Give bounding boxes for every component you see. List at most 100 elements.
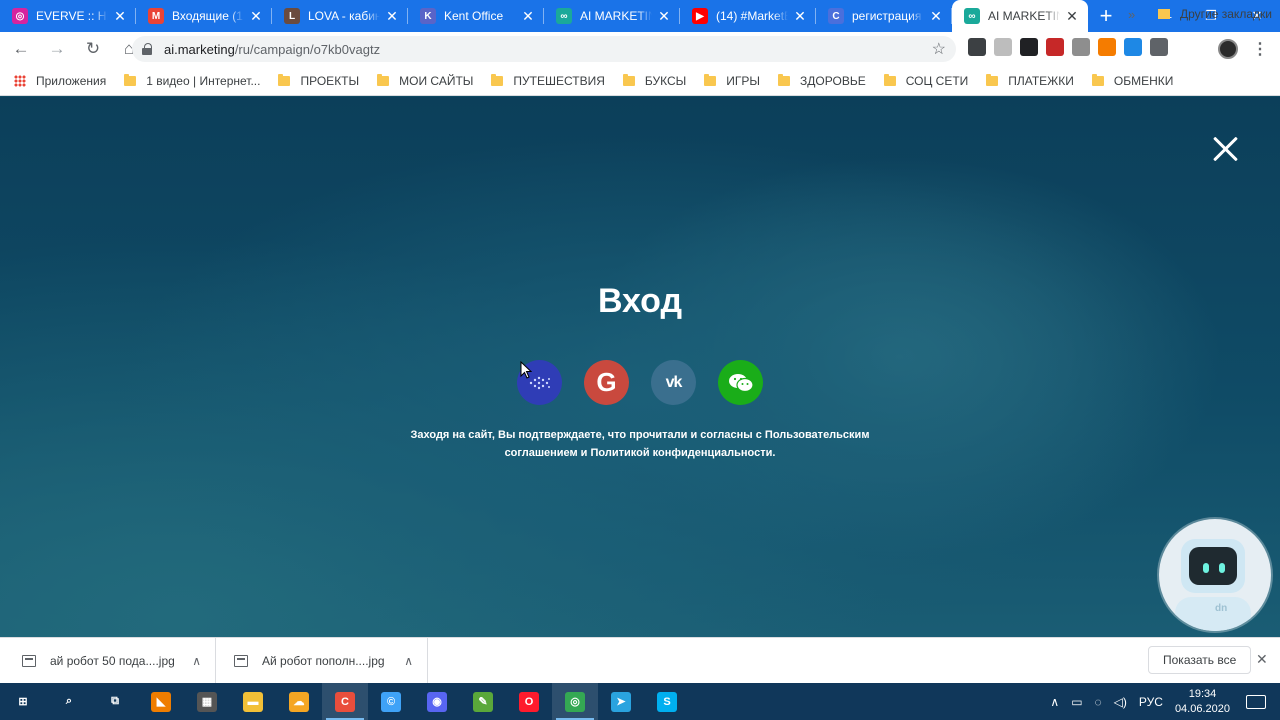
tab-active[interactable]: ∞ AI MARKETING ✕ bbox=[952, 0, 1088, 32]
reload-button[interactable]: ↻ bbox=[78, 34, 108, 64]
browser-tab[interactable]: L LOVA - кабине ✕ bbox=[272, 0, 408, 32]
bookmark-other[interactable]: Другие закладки bbox=[1158, 7, 1272, 21]
robot-eye-left bbox=[1203, 563, 1209, 573]
chrome-taskbar-button[interactable]: ◎ bbox=[552, 683, 598, 720]
wechat-login-button[interactable] bbox=[718, 360, 763, 405]
ext-4-icon[interactable] bbox=[1046, 38, 1064, 56]
skype-taskbar-button[interactable]: S bbox=[644, 683, 690, 720]
notifications-icon[interactable] bbox=[1246, 694, 1266, 709]
wifi-icon[interactable]: ◌ bbox=[1095, 695, 1102, 709]
clock[interactable]: 19:34 04.06.2020 bbox=[1175, 687, 1230, 717]
tab-title: регистрация bbox=[852, 9, 922, 23]
google-login-icon: G bbox=[596, 367, 617, 397]
bookmark-folder[interactable]: ИГРЫ bbox=[704, 73, 760, 88]
calculator-taskbar-button[interactable]: ▦ bbox=[184, 683, 230, 720]
bookmark-folder[interactable]: СОЦ СЕТИ bbox=[883, 73, 968, 88]
close-tab-icon[interactable]: ✕ bbox=[112, 8, 128, 24]
browser-tab[interactable]: ◎ EVERVE :: НЕ З ✕ bbox=[0, 0, 136, 32]
skype-icon: S bbox=[657, 691, 677, 712]
show-all-downloads-button[interactable]: Показать все bbox=[1148, 646, 1252, 674]
download-item[interactable]: Ай робот пополн....jpg ∧ bbox=[216, 638, 428, 684]
file-explorer-taskbar-button[interactable]: ▬ bbox=[230, 683, 276, 720]
close-tab-icon[interactable]: ✕ bbox=[520, 8, 536, 24]
task-view-icon: ⧉ bbox=[105, 691, 125, 712]
close-tab-icon[interactable]: ✕ bbox=[928, 8, 944, 24]
taskbar-apps: ⊞ ⌕ ⧉ ◣ ▦ ▬ ☁ C © ◉ ✎ O ◎ ➤ S bbox=[0, 683, 690, 720]
bookmark-folder[interactable]: ОБМЕНКИ bbox=[1091, 73, 1173, 88]
chevron-up-icon[interactable]: ∧ bbox=[404, 654, 413, 668]
camtasia-icon: C bbox=[335, 691, 355, 712]
download-shelf: ай робот 50 пода....jpg ∧ Ай робот попол… bbox=[0, 637, 1280, 684]
back-button[interactable]: ← bbox=[6, 34, 36, 64]
c-app-taskbar-button[interactable]: © bbox=[368, 683, 414, 720]
bookmark-apps[interactable]: Приложения bbox=[14, 74, 106, 88]
browser-tab[interactable]: ▶ (14) #MarketB ✕ bbox=[680, 0, 816, 32]
close-tab-icon[interactable]: ✕ bbox=[656, 8, 672, 24]
bookmark-folder[interactable]: ПУТЕШЕСТВИЯ bbox=[491, 73, 605, 88]
forward-button[interactable]: → bbox=[42, 34, 72, 64]
c-icon: C bbox=[828, 8, 844, 24]
browser-tab[interactable]: Cрегистрация ✕ bbox=[816, 0, 952, 32]
notepad-taskbar-button[interactable]: ✎ bbox=[460, 683, 506, 720]
bookmark-folder[interactable]: 1 видео | Интернет... bbox=[124, 73, 260, 88]
close-tab-icon[interactable]: ✕ bbox=[248, 8, 264, 24]
close-icon[interactable] bbox=[1212, 135, 1240, 163]
instagram-icon: ◎ bbox=[12, 8, 28, 24]
telegram-taskbar-button[interactable]: ➤ bbox=[598, 683, 644, 720]
bookmarks-more-icon[interactable]: » bbox=[1128, 7, 1135, 22]
bookmark-star-icon[interactable]: ☆ bbox=[932, 39, 946, 59]
address-bar[interactable]: ai.marketing/ru/campaign/o7kb0vagtz ☆ bbox=[132, 36, 956, 62]
vlc-icon: ◣ bbox=[151, 691, 171, 712]
ext-7-icon[interactable] bbox=[1124, 38, 1142, 56]
tray-chevron-icon[interactable]: ∧ bbox=[1050, 695, 1059, 709]
start-icon: ⊞ bbox=[13, 691, 33, 712]
browser-tab[interactable]: K Kent Office ✕ bbox=[408, 0, 544, 32]
network-icon[interactable]: ▭ bbox=[1071, 695, 1082, 709]
ext-3-icon[interactable] bbox=[1020, 38, 1038, 56]
opera-taskbar-button[interactable]: O bbox=[506, 683, 552, 720]
chat-robot-widget[interactable]: dn bbox=[1159, 519, 1271, 631]
menu-icon[interactable]: ⋮ bbox=[1252, 39, 1268, 59]
download-item[interactable]: ай робот 50 пода....jpg ∧ bbox=[4, 638, 216, 684]
login-title: Вход bbox=[597, 282, 683, 320]
reading-list-icon[interactable] bbox=[1150, 38, 1168, 56]
language-indicator[interactable]: РУС bbox=[1139, 695, 1163, 709]
lock-icon[interactable] bbox=[142, 43, 152, 55]
chevron-up-icon[interactable]: ∧ bbox=[192, 654, 201, 668]
close-tab-icon[interactable]: ✕ bbox=[792, 8, 808, 24]
volume-icon[interactable]: ◁) bbox=[1114, 695, 1127, 709]
search-taskbar-button[interactable]: ⌕ bbox=[46, 683, 92, 720]
bookmarks-bar: Приложения 1 видео | Интернет... ПРОЕКТЫ М… bbox=[0, 66, 1280, 96]
bookmark-folder[interactable]: ПРОЕКТЫ bbox=[278, 73, 359, 88]
image-file-icon bbox=[234, 655, 248, 667]
vk-login-button[interactable]: vk bbox=[651, 360, 696, 405]
ext-1-icon[interactable] bbox=[968, 38, 986, 56]
close-tab-icon[interactable]: ✕ bbox=[1064, 8, 1080, 24]
vlc-taskbar-button[interactable]: ◣ bbox=[138, 683, 184, 720]
google-login-button[interactable]: G bbox=[584, 360, 629, 405]
camtasia-taskbar-button[interactable]: C bbox=[322, 683, 368, 720]
close-shelf-icon[interactable]: ✕ bbox=[1256, 651, 1268, 668]
start-taskbar-button[interactable]: ⊞ bbox=[0, 683, 46, 720]
weather-taskbar-button[interactable]: ☁ bbox=[276, 683, 322, 720]
file-explorer-icon: ▬ bbox=[243, 691, 263, 712]
robot-logo: dn bbox=[1215, 603, 1228, 614]
image-file-icon bbox=[22, 655, 36, 667]
ext-5-icon[interactable] bbox=[1072, 38, 1090, 56]
browser-tab[interactable]: M Входящие (13 ✕ bbox=[136, 0, 272, 32]
bookmark-folder[interactable]: ПЛАТЕЖКИ bbox=[986, 73, 1074, 88]
bookmark-folder[interactable]: МОИ САЙТЫ bbox=[377, 73, 473, 88]
bookmark-folder[interactable]: ЗДОРОВЬЕ bbox=[778, 73, 866, 88]
close-tab-icon[interactable]: ✕ bbox=[384, 8, 400, 24]
discord-taskbar-button[interactable]: ◉ bbox=[414, 683, 460, 720]
url-text[interactable]: ai.marketing/ru/campaign/o7kb0vagtz bbox=[164, 42, 380, 57]
new-tab-button[interactable]: + bbox=[1088, 0, 1124, 32]
browser-tab[interactable]: ∞ AI MARKETING ✕ bbox=[544, 0, 680, 32]
task-view-taskbar-button[interactable]: ⧉ bbox=[92, 683, 138, 720]
clock-date: 04.06.2020 bbox=[1174, 702, 1230, 715]
bookmark-folder[interactable]: БУКСЫ bbox=[622, 73, 686, 88]
ext-6-icon[interactable] bbox=[1098, 38, 1116, 56]
folder-icon bbox=[1091, 73, 1104, 86]
ext-2-icon[interactable] bbox=[994, 38, 1012, 56]
profile-avatar[interactable] bbox=[1218, 39, 1238, 59]
